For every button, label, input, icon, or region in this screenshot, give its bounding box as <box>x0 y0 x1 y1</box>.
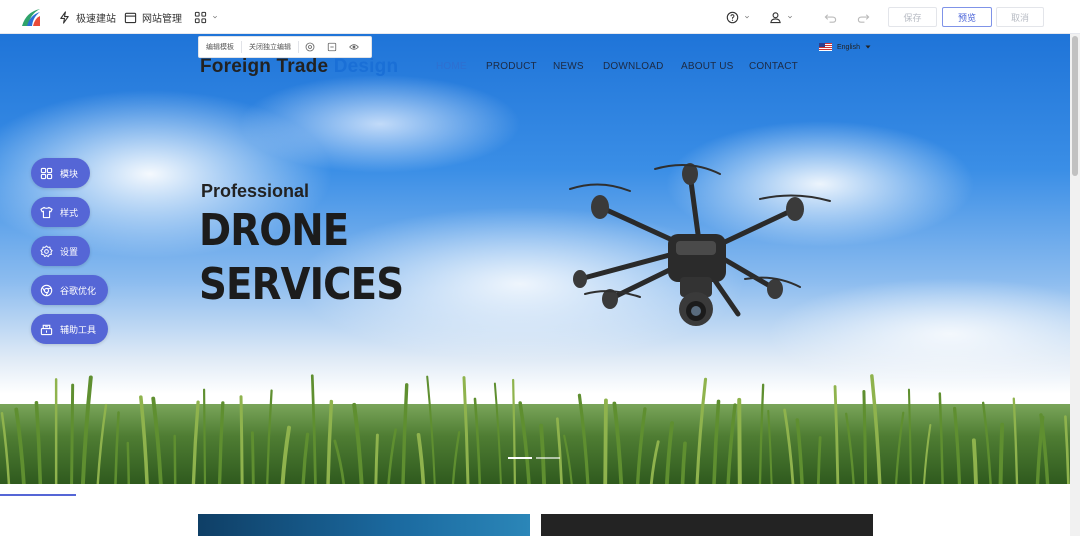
side-button-label: 模块 <box>60 168 79 179</box>
site-manage-button[interactable]: 网站管理 <box>124 9 182 25</box>
help-button[interactable] <box>726 9 750 25</box>
site-manage-label: 网站管理 <box>142 13 182 25</box>
drone-image <box>569 163 831 326</box>
wheat-field <box>0 404 1070 484</box>
language-selector[interactable]: English <box>819 43 871 51</box>
site-title[interactable]: Foreign Trade Design <box>200 56 398 78</box>
eye-icon[interactable] <box>349 42 359 52</box>
hero-title-line-2: SERVICES <box>199 259 404 310</box>
chrome-icon <box>40 284 53 296</box>
undo-button[interactable] <box>824 9 837 25</box>
apps-grid-icon <box>194 11 207 23</box>
layers-icon[interactable] <box>327 42 337 52</box>
side-button-label: 谷歌优化 <box>60 285 97 296</box>
side-button-tools[interactable]: 辅助工具 <box>31 314 109 344</box>
nav-contact[interactable]: CONTACT <box>749 61 798 72</box>
logo-icon[interactable] <box>20 6 42 28</box>
nav-product[interactable]: PRODUCT <box>486 61 537 72</box>
preview-button[interactable]: 预览 <box>942 7 992 27</box>
user-icon <box>770 11 781 23</box>
language-label: English <box>837 43 860 51</box>
us-flag-icon <box>819 43 832 51</box>
nav-about-us[interactable]: ABOUT US <box>681 61 734 72</box>
close-standalone-edit-button[interactable]: 关闭独立编辑 <box>242 42 298 52</box>
divider <box>298 41 299 53</box>
scrollbar-thumb[interactable] <box>1072 36 1078 176</box>
shirt-icon <box>40 206 53 218</box>
side-button-label: 设置 <box>60 246 79 257</box>
quick-build-button[interactable]: 极速建站 <box>58 9 116 25</box>
site-title-accent: Design <box>333 56 399 77</box>
lightning-icon <box>60 10 69 24</box>
toolbox-icon <box>40 324 53 335</box>
caret-down-icon <box>865 45 871 49</box>
nav-news[interactable]: NEWS <box>553 61 584 72</box>
app-window: 极速建站 网站管理 保存 预览 取消 Foreign Trade Design … <box>0 0 1080 536</box>
hero-banner[interactable]: Foreign Trade Design HOME PRODUCT NEWS D… <box>0 34 1070 484</box>
carousel-dot-active[interactable] <box>508 457 532 459</box>
redo-button[interactable] <box>857 9 870 25</box>
calendar-icon <box>124 12 137 23</box>
chevron-down-icon <box>213 15 217 19</box>
side-button-label: 辅助工具 <box>60 324 97 335</box>
nav-home[interactable]: HOME <box>436 61 467 72</box>
nav-download[interactable]: DOWNLOAD <box>603 61 664 72</box>
hero-title-line-1: DRONE <box>199 205 349 256</box>
side-button-modules[interactable]: 模块 <box>31 158 91 188</box>
settings-circle-icon[interactable] <box>305 42 315 52</box>
content-card-image-1[interactable] <box>198 514 530 536</box>
editor-toolbar: 极速建站 网站管理 保存 预览 取消 <box>0 0 1080 34</box>
cancel-button[interactable]: 取消 <box>996 7 1044 27</box>
section-progress-line <box>0 494 76 496</box>
side-button-google-seo[interactable]: 谷歌优化 <box>31 275 109 305</box>
content-card-image-2[interactable] <box>541 514 873 536</box>
undo-icon <box>824 13 837 23</box>
chevron-down-icon <box>788 15 792 19</box>
side-button-label: 样式 <box>60 207 79 218</box>
site-title-main: Foreign Trade <box>200 56 334 77</box>
chevron-down-icon <box>745 15 749 19</box>
user-menu-button[interactable] <box>769 9 793 25</box>
apps-menu-button[interactable] <box>194 9 218 25</box>
redo-icon <box>857 13 870 23</box>
quick-build-label: 极速建站 <box>76 13 116 25</box>
modules-icon <box>40 167 53 179</box>
edit-template-button[interactable]: 编辑模板 <box>199 42 241 52</box>
save-button[interactable]: 保存 <box>888 7 937 27</box>
edit-popover: 编辑模板 关闭独立编辑 <box>198 36 372 58</box>
gear-icon <box>40 244 53 257</box>
help-circle-icon <box>726 11 739 23</box>
vertical-scrollbar[interactable] <box>1070 34 1080 536</box>
side-button-settings[interactable]: 设置 <box>31 236 91 266</box>
side-button-styles[interactable]: 样式 <box>31 197 91 227</box>
carousel-dot[interactable] <box>536 457 560 459</box>
carousel-indicators <box>508 457 560 459</box>
hero-subtitle: Professional <box>201 181 310 201</box>
